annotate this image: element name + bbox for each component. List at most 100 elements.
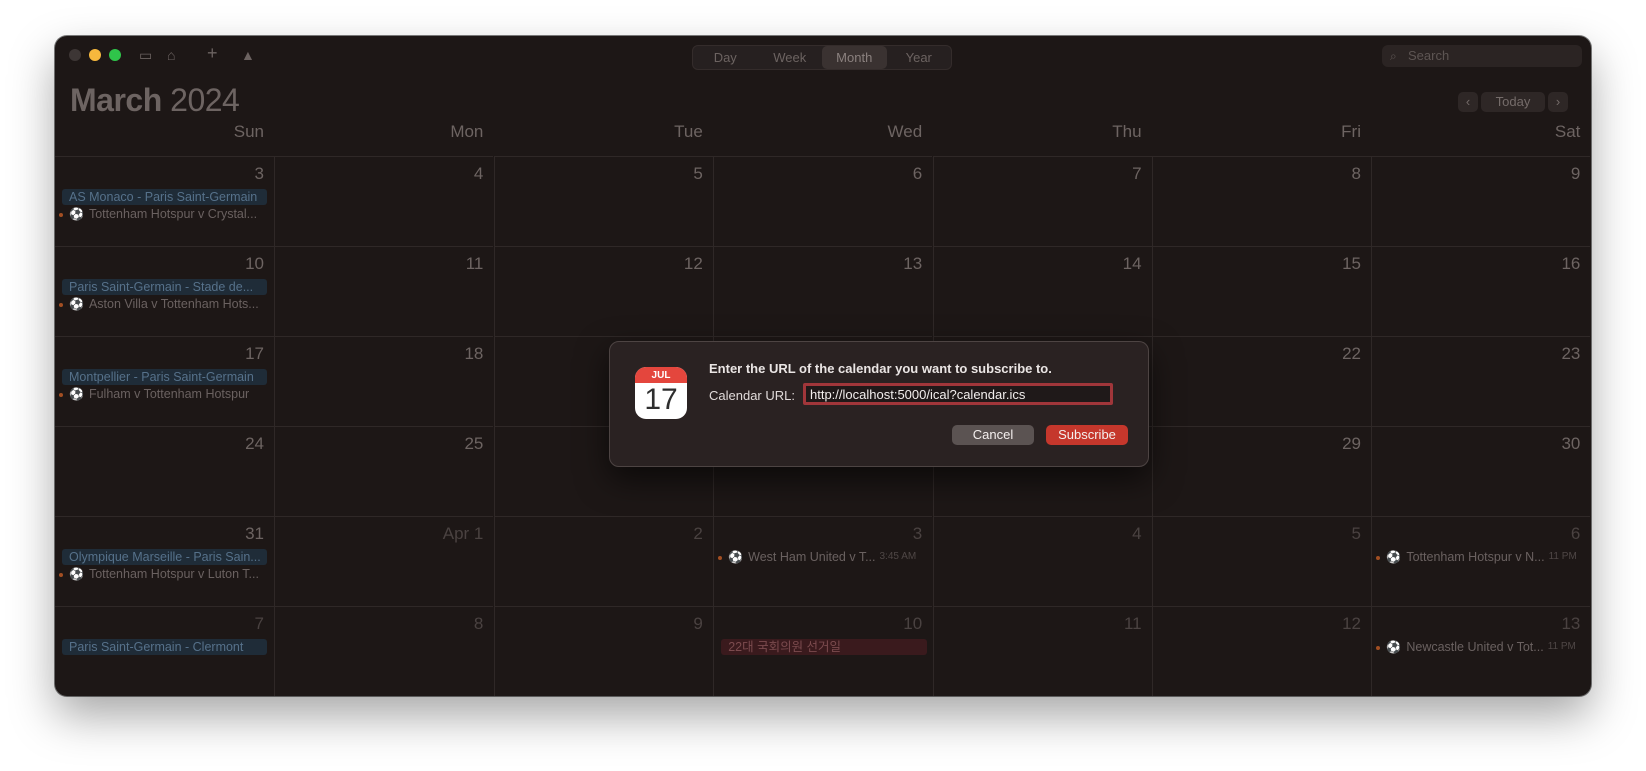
view-switcher: Day Week Month Year (692, 45, 952, 70)
event-dot-icon (718, 555, 723, 560)
day-cell[interactable]: 24 (55, 426, 274, 516)
day-cell[interactable]: 13 (713, 246, 933, 336)
event-bar[interactable]: Montpellier - Paris Saint-Germain (62, 369, 267, 385)
add-event-icon[interactable]: + (207, 43, 218, 63)
view-month-button[interactable]: Month (822, 46, 887, 69)
day-number: 13 (903, 254, 923, 273)
day-cell[interactable]: 5 (1152, 516, 1371, 606)
day-number: 9 (1570, 164, 1581, 183)
year-label: 2024 (170, 82, 240, 118)
day-cell[interactable]: 10 22대 국회의원 선거일 (713, 606, 933, 696)
day-cell[interactable]: 10 Paris Saint-Germain - Stade de... ⚽ Asto… (55, 246, 274, 336)
day-cell[interactable]: 25 (274, 426, 494, 516)
view-week-button[interactable]: Week (758, 46, 823, 69)
day-cell[interactable]: 16 (1371, 246, 1591, 336)
day-number: 4 (1132, 524, 1142, 543)
day-cell[interactable]: 12 (1152, 606, 1371, 696)
day-number: 2 (693, 524, 703, 543)
day-cell[interactable]: 14 (932, 246, 1152, 336)
event-title: Tottenham Hotspur v Luton T... (88, 567, 259, 581)
calendar-url-input[interactable] (803, 383, 1113, 405)
soccer-ball-icon: ⚽ (69, 297, 84, 311)
day-cell[interactable]: 3 ⚽ West Ham United v T... 3:45 AM (713, 516, 933, 606)
day-cell[interactable]: 2 (493, 516, 713, 606)
day-cell[interactable]: 7 Paris Saint-Germain - Clermont (55, 606, 274, 696)
next-month-button[interactable]: › (1548, 92, 1568, 112)
day-cell[interactable]: 4 (932, 516, 1152, 606)
weekday-label: Wed (887, 122, 923, 141)
inbox-icon[interactable]: ⌂ (167, 45, 175, 65)
calendar-list-icon[interactable]: ▭ (139, 45, 152, 65)
weekday-label: Sun (233, 122, 264, 141)
day-cell[interactable]: 31 Olympique Marseille - Paris Sain... ⚽ To… (55, 516, 274, 606)
soccer-ball-icon: ⚽ (69, 567, 84, 581)
close-window-button[interactable] (69, 49, 81, 61)
soccer-ball-icon: ⚽ (1386, 640, 1402, 654)
day-number: 10 (903, 614, 923, 633)
event-bar[interactable]: Olympique Marseille - Paris Sain... (62, 549, 267, 565)
cancel-button[interactable]: Cancel (952, 425, 1034, 445)
today-button[interactable]: Today (1481, 92, 1545, 112)
event-item[interactable]: ⚽ Newcastle United v Tot... 11 PM (1376, 639, 1576, 655)
month-name: March (70, 82, 162, 118)
day-cell[interactable]: 9 (493, 606, 713, 696)
search-field[interactable]: ⌕ Search (1382, 45, 1582, 67)
day-number: 17 (245, 344, 264, 363)
dialog-prompt: Enter the URL of the calendar you want t… (709, 361, 1052, 376)
day-cell[interactable]: 23 (1371, 336, 1591, 426)
event-item[interactable]: ⚽ Fulham v Tottenham Hotspur (59, 386, 249, 402)
previous-month-button[interactable]: ‹ (1458, 92, 1478, 112)
day-cell[interactable]: 6 ⚽ Tottenham Hotspur v N... 11 PM (1371, 516, 1591, 606)
day-number: 31 (245, 524, 264, 543)
day-number: 5 (693, 164, 703, 183)
event-item[interactable]: ⚽ Aston Villa v Tottenham Hots... (59, 296, 259, 312)
weekday-label: Thu (1112, 122, 1142, 141)
day-cell[interactable]: 3 AS Monaco - Paris Saint-Germain ⚽ Tottenh… (55, 156, 274, 246)
event-dot-icon (1376, 555, 1381, 560)
day-cell[interactable]: 30 (1371, 426, 1591, 516)
day-cell[interactable]: 18 (274, 336, 494, 426)
event-bar[interactable]: Paris Saint-Germain - Stade de... (62, 279, 267, 295)
day-cell[interactable]: 4 (274, 156, 494, 246)
date-navigation: ‹ Today › (1458, 92, 1568, 112)
day-cell[interactable]: 11 (274, 246, 494, 336)
event-bar[interactable]: Paris Saint-Germain - Clermont (62, 639, 267, 655)
soccer-ball-icon: ⚽ (69, 207, 84, 221)
day-number: 12 (1342, 614, 1361, 633)
day-number: 22 (1342, 344, 1361, 363)
day-cell[interactable]: 7 (932, 156, 1152, 246)
toolbar: ▭ ⌂ + ▲ Day Week Month Year ⌕ Search (55, 36, 1591, 74)
weekday-label: Fri (1341, 122, 1361, 141)
day-cell[interactable]: 5 (493, 156, 713, 246)
weekday-label: Sat (1554, 122, 1581, 141)
day-cell[interactable]: 12 (493, 246, 713, 336)
subscribe-button[interactable]: Subscribe (1046, 425, 1128, 445)
search-icon: ⌕ (1390, 49, 1397, 63)
event-item[interactable]: ⚽ Tottenham Hotspur v Crystal... (59, 206, 257, 222)
day-cell[interactable]: 17 Montpellier - Paris Saint-Germain ⚽ Fulh… (55, 336, 274, 426)
event-item[interactable]: ⚽ Tottenham Hotspur v Luton T... (59, 566, 259, 582)
day-cell[interactable]: 8 (274, 606, 494, 696)
warning-icon[interactable]: ▲ (241, 45, 255, 65)
day-cell[interactable]: 8 (1152, 156, 1371, 246)
event-item[interactable]: ⚽ West Ham United v T... 3:45 AM (718, 549, 916, 565)
day-cell[interactable]: 15 (1152, 246, 1371, 336)
day-cell[interactable]: Apr 1 (274, 516, 494, 606)
day-cell[interactable]: 6 (713, 156, 933, 246)
day-number: 15 (1342, 254, 1361, 273)
event-bar[interactable]: AS Monaco - Paris Saint-Germain (62, 189, 267, 205)
day-cell[interactable]: 13 ⚽ Newcastle United v Tot... 11 PM (1371, 606, 1591, 696)
weekday-label: Mon (450, 122, 484, 141)
subscribe-dialog: JUL 17 Enter the URL of the calendar you… (609, 341, 1149, 467)
event-item[interactable]: ⚽ Tottenham Hotspur v N... 11 PM (1376, 549, 1577, 565)
day-cell[interactable]: 11 (932, 606, 1152, 696)
event-dot-icon (59, 572, 63, 577)
view-day-button[interactable]: Day (693, 46, 758, 69)
event-bar[interactable]: 22대 국회의원 선거일 (721, 639, 928, 655)
day-cell[interactable]: 29 (1152, 426, 1371, 516)
zoom-window-button[interactable] (109, 49, 121, 61)
day-cell[interactable]: 9 (1371, 156, 1591, 246)
view-year-button[interactable]: Year (887, 46, 952, 69)
minimize-window-button[interactable] (89, 49, 101, 61)
day-cell[interactable]: 22 (1152, 336, 1371, 426)
